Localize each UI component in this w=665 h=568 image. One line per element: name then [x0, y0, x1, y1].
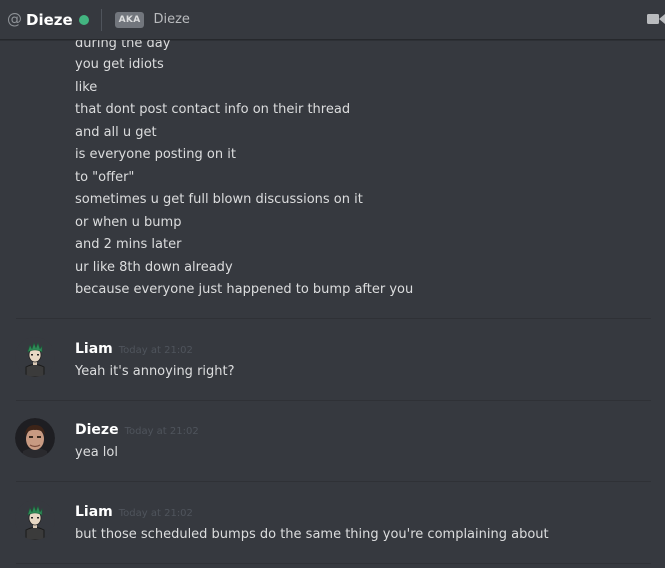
- message-line: or when u bump: [75, 215, 182, 230]
- message-line: is everyone posting on it: [75, 147, 236, 162]
- author-name[interactable]: Liam: [75, 504, 113, 520]
- message-group-divider: [16, 400, 651, 401]
- message-group-divider: [16, 318, 651, 319]
- channel-header: @ Dieze AKA Dieze: [0, 0, 665, 40]
- author-name[interactable]: Dieze: [75, 422, 119, 438]
- message-line: ur like 8th down already: [75, 260, 233, 275]
- message-line: during the day: [75, 40, 171, 51]
- avatar-liam[interactable]: [15, 337, 55, 377]
- message-timestamp: Today at 21:02: [124, 426, 199, 437]
- aka-badge: AKA: [114, 11, 145, 28]
- avatar-liam[interactable]: [15, 500, 55, 540]
- message-list[interactable]: during the day you get idiots like that …: [0, 40, 665, 568]
- message-timestamp: Today at 21:02: [118, 345, 193, 356]
- message-line: and all u get: [75, 125, 157, 140]
- avatar-liam-image: [15, 500, 55, 540]
- avatar-dieze-image: [15, 418, 55, 458]
- message-line: you get idiots: [75, 57, 164, 72]
- message-line: yea lol: [75, 445, 118, 460]
- message-header: Dieze Today at 21:02: [75, 422, 199, 438]
- video-call-icon[interactable]: [647, 12, 665, 26]
- message-line: to "offer": [75, 170, 135, 185]
- at-icon: @: [7, 10, 22, 28]
- aka-name: Dieze: [153, 12, 190, 27]
- message-line: but those scheduled bumps do the same th…: [75, 527, 549, 542]
- message-line: Yeah it's annoying right?: [75, 364, 235, 379]
- message-header: Liam Today at 21:02: [75, 341, 193, 357]
- message-group-divider: [16, 481, 651, 482]
- author-name[interactable]: Liam: [75, 341, 113, 357]
- message-line: because everyone just happened to bump a…: [75, 282, 414, 297]
- header-divider: [100, 8, 102, 31]
- message-line: that dont post contact info on their thr…: [75, 102, 351, 117]
- message-line: and 2 mins later: [75, 237, 182, 252]
- message-line: sometimes u get full blown discussions o…: [75, 192, 363, 207]
- message-header: Liam Today at 21:02: [75, 504, 193, 520]
- message-group-divider: [16, 563, 651, 564]
- online-status-icon: [78, 14, 89, 25]
- avatar-dieze[interactable]: [15, 418, 55, 458]
- dm-recipient-name[interactable]: Dieze: [26, 11, 73, 29]
- message-timestamp: Today at 21:02: [118, 508, 193, 519]
- message-line: like: [75, 80, 98, 95]
- avatar-liam-image: [15, 337, 55, 377]
